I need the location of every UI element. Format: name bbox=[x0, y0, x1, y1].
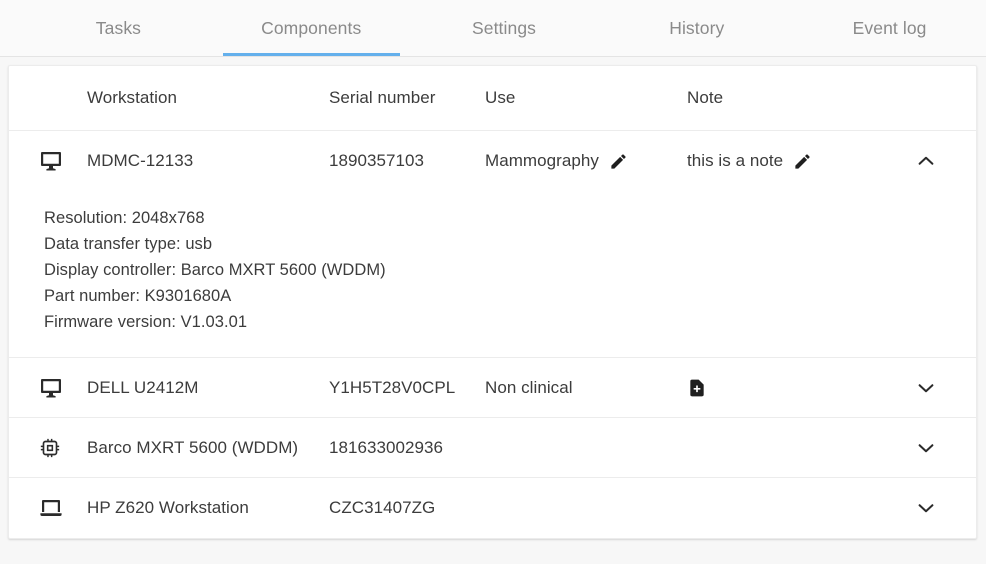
table-row[interactable]: HP Z620 Workstation CZC31407ZG bbox=[9, 478, 976, 538]
tab-label: History bbox=[669, 17, 725, 38]
monitor-icon bbox=[39, 149, 63, 173]
chevron-down-icon[interactable] bbox=[915, 497, 937, 519]
detail-part-number: Part number: K9301680A bbox=[44, 287, 232, 305]
detail-resolution: Resolution: 2048x768 bbox=[44, 209, 205, 227]
row-device-cell bbox=[9, 149, 87, 173]
header-use: Use bbox=[485, 88, 516, 107]
chip-icon bbox=[39, 437, 61, 459]
note-edit-pencil-icon[interactable] bbox=[793, 152, 812, 171]
detail-data-transfer-type: Data transfer type: usb bbox=[44, 235, 213, 253]
chevron-up-icon[interactable] bbox=[915, 150, 937, 172]
table-row[interactable]: DELL U2412M Y1H5T28V0CPL Non clinical bbox=[9, 358, 976, 418]
tab-history[interactable]: History bbox=[600, 0, 793, 56]
row-expander-cell[interactable] bbox=[907, 377, 976, 399]
row-use-cell: Non clinical bbox=[485, 378, 687, 398]
header-note: Note bbox=[687, 88, 724, 107]
row-device-cell bbox=[9, 496, 87, 520]
note-add-icon[interactable] bbox=[687, 378, 707, 398]
table-row[interactable]: MDMC-12133 1890357103 Mammography this i… bbox=[9, 131, 976, 191]
row-device-cell bbox=[9, 376, 87, 400]
row-note-cell: this is a note bbox=[687, 151, 907, 171]
monitor-icon bbox=[39, 376, 63, 400]
tab-bar: Tasks Components Settings History Event … bbox=[0, 0, 986, 57]
row-use-cell: Mammography bbox=[485, 151, 687, 171]
chevron-down-icon[interactable] bbox=[915, 377, 937, 399]
row-workstation: HP Z620 Workstation bbox=[87, 498, 249, 517]
tab-settings[interactable]: Settings bbox=[408, 0, 601, 56]
row-details-panel: Resolution: 2048x768 Data transfer type:… bbox=[9, 191, 976, 358]
row-note-cell bbox=[687, 378, 907, 398]
detail-firmware-version: Firmware version: V1.03.01 bbox=[44, 313, 248, 331]
chevron-down-icon[interactable] bbox=[915, 437, 937, 459]
tab-label: Settings bbox=[471, 17, 537, 38]
row-workstation: DELL U2412M bbox=[87, 377, 199, 397]
row-serial-number: CZC31407ZG bbox=[329, 498, 436, 517]
row-workstation: MDMC-12133 bbox=[87, 151, 194, 170]
table-row[interactable]: Barco MXRT 5600 (WDDM) 181633002936 bbox=[9, 418, 976, 478]
tab-event-log[interactable]: Event log bbox=[793, 0, 986, 56]
laptop-icon bbox=[39, 496, 63, 520]
tab-components[interactable]: Components bbox=[215, 0, 408, 56]
row-serial-number: 1890357103 bbox=[329, 151, 425, 170]
tab-label: Tasks bbox=[95, 17, 142, 38]
row-serial-number: Y1H5T28V0CPL bbox=[329, 377, 456, 397]
tab-label: Event log bbox=[852, 17, 927, 38]
row-expander-cell[interactable] bbox=[907, 437, 976, 459]
row-expander-cell[interactable] bbox=[907, 150, 976, 172]
components-card: Workstation Serial number Use Note MDMC-… bbox=[8, 65, 977, 539]
row-workstation: Barco MXRT 5600 (WDDM) bbox=[87, 437, 299, 457]
header-workstation: Workstation bbox=[87, 88, 177, 107]
row-expander-cell[interactable] bbox=[907, 497, 976, 519]
header-serial-number: Serial number bbox=[329, 88, 436, 107]
row-use-value: Mammography bbox=[485, 151, 599, 170]
row-serial-number: 181633002936 bbox=[329, 437, 444, 457]
detail-display-controller: Display controller: Barco MXRT 5600 (WDD… bbox=[44, 261, 386, 279]
row-device-cell bbox=[9, 437, 87, 459]
use-edit-pencil-icon[interactable] bbox=[609, 152, 628, 171]
row-note-value: this is a note bbox=[687, 151, 784, 170]
tab-label: Components bbox=[261, 17, 362, 38]
row-use-value: Non clinical bbox=[485, 377, 573, 397]
table-header-row: Workstation Serial number Use Note bbox=[9, 66, 976, 131]
tab-tasks[interactable]: Tasks bbox=[22, 0, 215, 56]
